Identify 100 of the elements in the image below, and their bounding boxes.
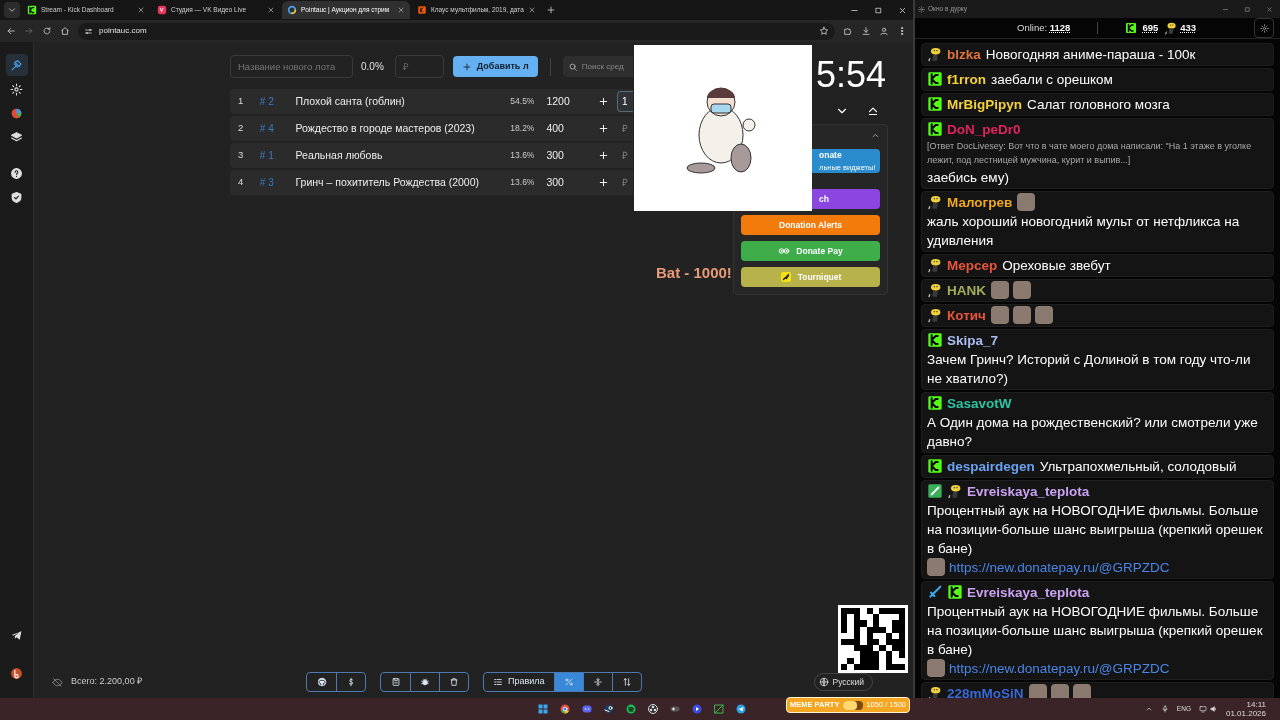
message-text: заебись ему) bbox=[927, 169, 1010, 187]
play-icon bbox=[691, 703, 703, 715]
snip-icon bbox=[713, 703, 725, 715]
message-text: Процентный аук на НОВОГОДНИЕ фильмы. Больше на позиции-больше шанс выигрыша (крепкий орешек в бане) bbox=[927, 603, 1264, 659]
close-icon bbox=[1265, 5, 1273, 13]
button-label: Tourniquet bbox=[797, 270, 842, 284]
username: Мерсер bbox=[947, 258, 998, 273]
plus-icon bbox=[597, 177, 609, 188]
bid-field[interactable]: ₽ bbox=[617, 172, 633, 193]
amount-field[interactable]: ₽ bbox=[394, 55, 444, 78]
close-icon bbox=[137, 6, 145, 14]
emote-avatar-icon bbox=[927, 282, 943, 298]
username: f1rron bbox=[947, 72, 986, 87]
k-logo-icon bbox=[417, 5, 427, 15]
plus-icon bbox=[597, 150, 609, 161]
emote-image bbox=[927, 659, 945, 677]
total-text: Всего: 2.200,00 ₽ bbox=[71, 675, 143, 689]
username: Evreiskaya_teplota bbox=[967, 484, 1090, 499]
rules-button[interactable]: Правила bbox=[484, 673, 554, 691]
shield-check-icon bbox=[10, 190, 23, 204]
emote-image bbox=[1017, 193, 1036, 211]
percent-icon bbox=[563, 677, 574, 687]
lot-id: # 2 bbox=[259, 95, 275, 109]
tourniquet-logo-icon bbox=[779, 271, 792, 283]
emote-image bbox=[1012, 306, 1031, 324]
username: 228mMoSiN bbox=[947, 686, 1024, 698]
username: despairdegen bbox=[947, 459, 1035, 474]
settings-button[interactable] bbox=[1254, 18, 1274, 38]
tab-list-button[interactable] bbox=[4, 2, 20, 18]
bid-field[interactable]: ₽ bbox=[617, 118, 633, 139]
new-tab-icon bbox=[546, 5, 556, 15]
lot-name-field[interactable]: Название нового лота bbox=[230, 55, 353, 78]
rank-number: 4 bbox=[237, 175, 245, 190]
message-text: жаль хороший новогодний мульт от нетфликса на удивления bbox=[927, 213, 1241, 250]
plus-icon bbox=[461, 61, 472, 72]
url-text: pointauc.com bbox=[99, 25, 147, 37]
username: Evreiskaya_teplota bbox=[967, 585, 1090, 600]
puzzle-icon bbox=[843, 26, 853, 36]
kick-viewer-count: 695 bbox=[1142, 20, 1159, 35]
trash-icon bbox=[449, 677, 459, 687]
maximize-icon bbox=[1243, 5, 1251, 13]
emote-image bbox=[927, 558, 945, 576]
close-icon bbox=[897, 5, 907, 15]
username: Малогрев bbox=[947, 195, 1013, 210]
k-logo-icon bbox=[947, 584, 963, 600]
lot-amount: 300 bbox=[545, 147, 565, 163]
lot-name: Плохой санта (гоблин) bbox=[295, 93, 406, 109]
button-label: ch bbox=[819, 192, 829, 206]
search-icon bbox=[567, 61, 578, 72]
close-icon bbox=[267, 6, 275, 14]
sliders-icon bbox=[84, 26, 93, 36]
chrome-icon bbox=[559, 703, 571, 715]
coins-icon bbox=[778, 245, 791, 257]
spotify-icon bbox=[625, 703, 637, 715]
k-logo-icon bbox=[927, 121, 943, 137]
bookmark-star-icon bbox=[819, 26, 829, 36]
rank-number: 1 bbox=[237, 94, 245, 109]
k-logo-icon bbox=[927, 395, 943, 411]
emote-image bbox=[1072, 684, 1091, 698]
sword-badge-icon bbox=[927, 584, 943, 600]
settings-icon bbox=[918, 5, 925, 13]
k-logo-icon bbox=[27, 5, 37, 15]
username: Skipa_7 bbox=[947, 333, 999, 348]
emote-avatar-icon bbox=[927, 194, 943, 210]
clock-time: 14:11 bbox=[1246, 700, 1266, 709]
k-logo-icon bbox=[927, 458, 943, 474]
toolbar-button[interactable] bbox=[553, 673, 583, 691]
paper-plane-icon bbox=[10, 628, 23, 642]
caret-icon bbox=[1144, 705, 1153, 713]
message-text: Ультрапохмельный, солодовый bbox=[1039, 458, 1237, 476]
emote-image bbox=[1013, 281, 1031, 299]
add-lot-button[interactable]: Добавить л bbox=[452, 56, 538, 77]
message-text: Процентный аук на НОВОГОДНИЕ фильмы. Больше на позиции-больше шанс выигрыша (крепкий орешек в бане) bbox=[927, 502, 1264, 558]
split-icon bbox=[592, 677, 603, 687]
emote-image bbox=[1034, 306, 1053, 324]
lot-amount: 1200 bbox=[545, 93, 571, 109]
message-text: Ореховые звебут bbox=[1002, 257, 1111, 275]
back-icon bbox=[6, 26, 16, 36]
emote-avatar-icon bbox=[927, 257, 943, 273]
user-icon bbox=[879, 26, 889, 36]
emote-avatar-icon bbox=[927, 307, 943, 323]
message-link[interactable]: https://new.donatepay.ru/@GRPZDC bbox=[949, 560, 1170, 575]
bid-field[interactable]: ₽ bbox=[617, 145, 633, 166]
address-field[interactable]: pointauc.com bbox=[78, 22, 835, 40]
lot-percent: 54.5% bbox=[509, 95, 535, 108]
message-link[interactable]: https://new.donatepay.ru/@GRPZDC bbox=[949, 661, 1170, 676]
plus-icon bbox=[597, 123, 609, 134]
forward-icon bbox=[24, 26, 34, 36]
lot-id: # 1 bbox=[259, 149, 275, 163]
lot-percent: 18.2% bbox=[509, 122, 535, 135]
search-field[interactable]: Поиск сред bbox=[562, 56, 633, 77]
username: blzka bbox=[947, 47, 981, 62]
lot-name: Реальная любовь bbox=[295, 147, 384, 163]
pencil-badge-icon bbox=[927, 483, 943, 499]
layers-icon bbox=[10, 130, 23, 144]
v-logo-icon bbox=[157, 5, 167, 15]
k-logo-icon bbox=[927, 96, 943, 112]
logo-icon bbox=[10, 666, 23, 680]
bid-field[interactable]: 1 bbox=[617, 91, 633, 112]
button-label: onate bbox=[819, 149, 842, 162]
